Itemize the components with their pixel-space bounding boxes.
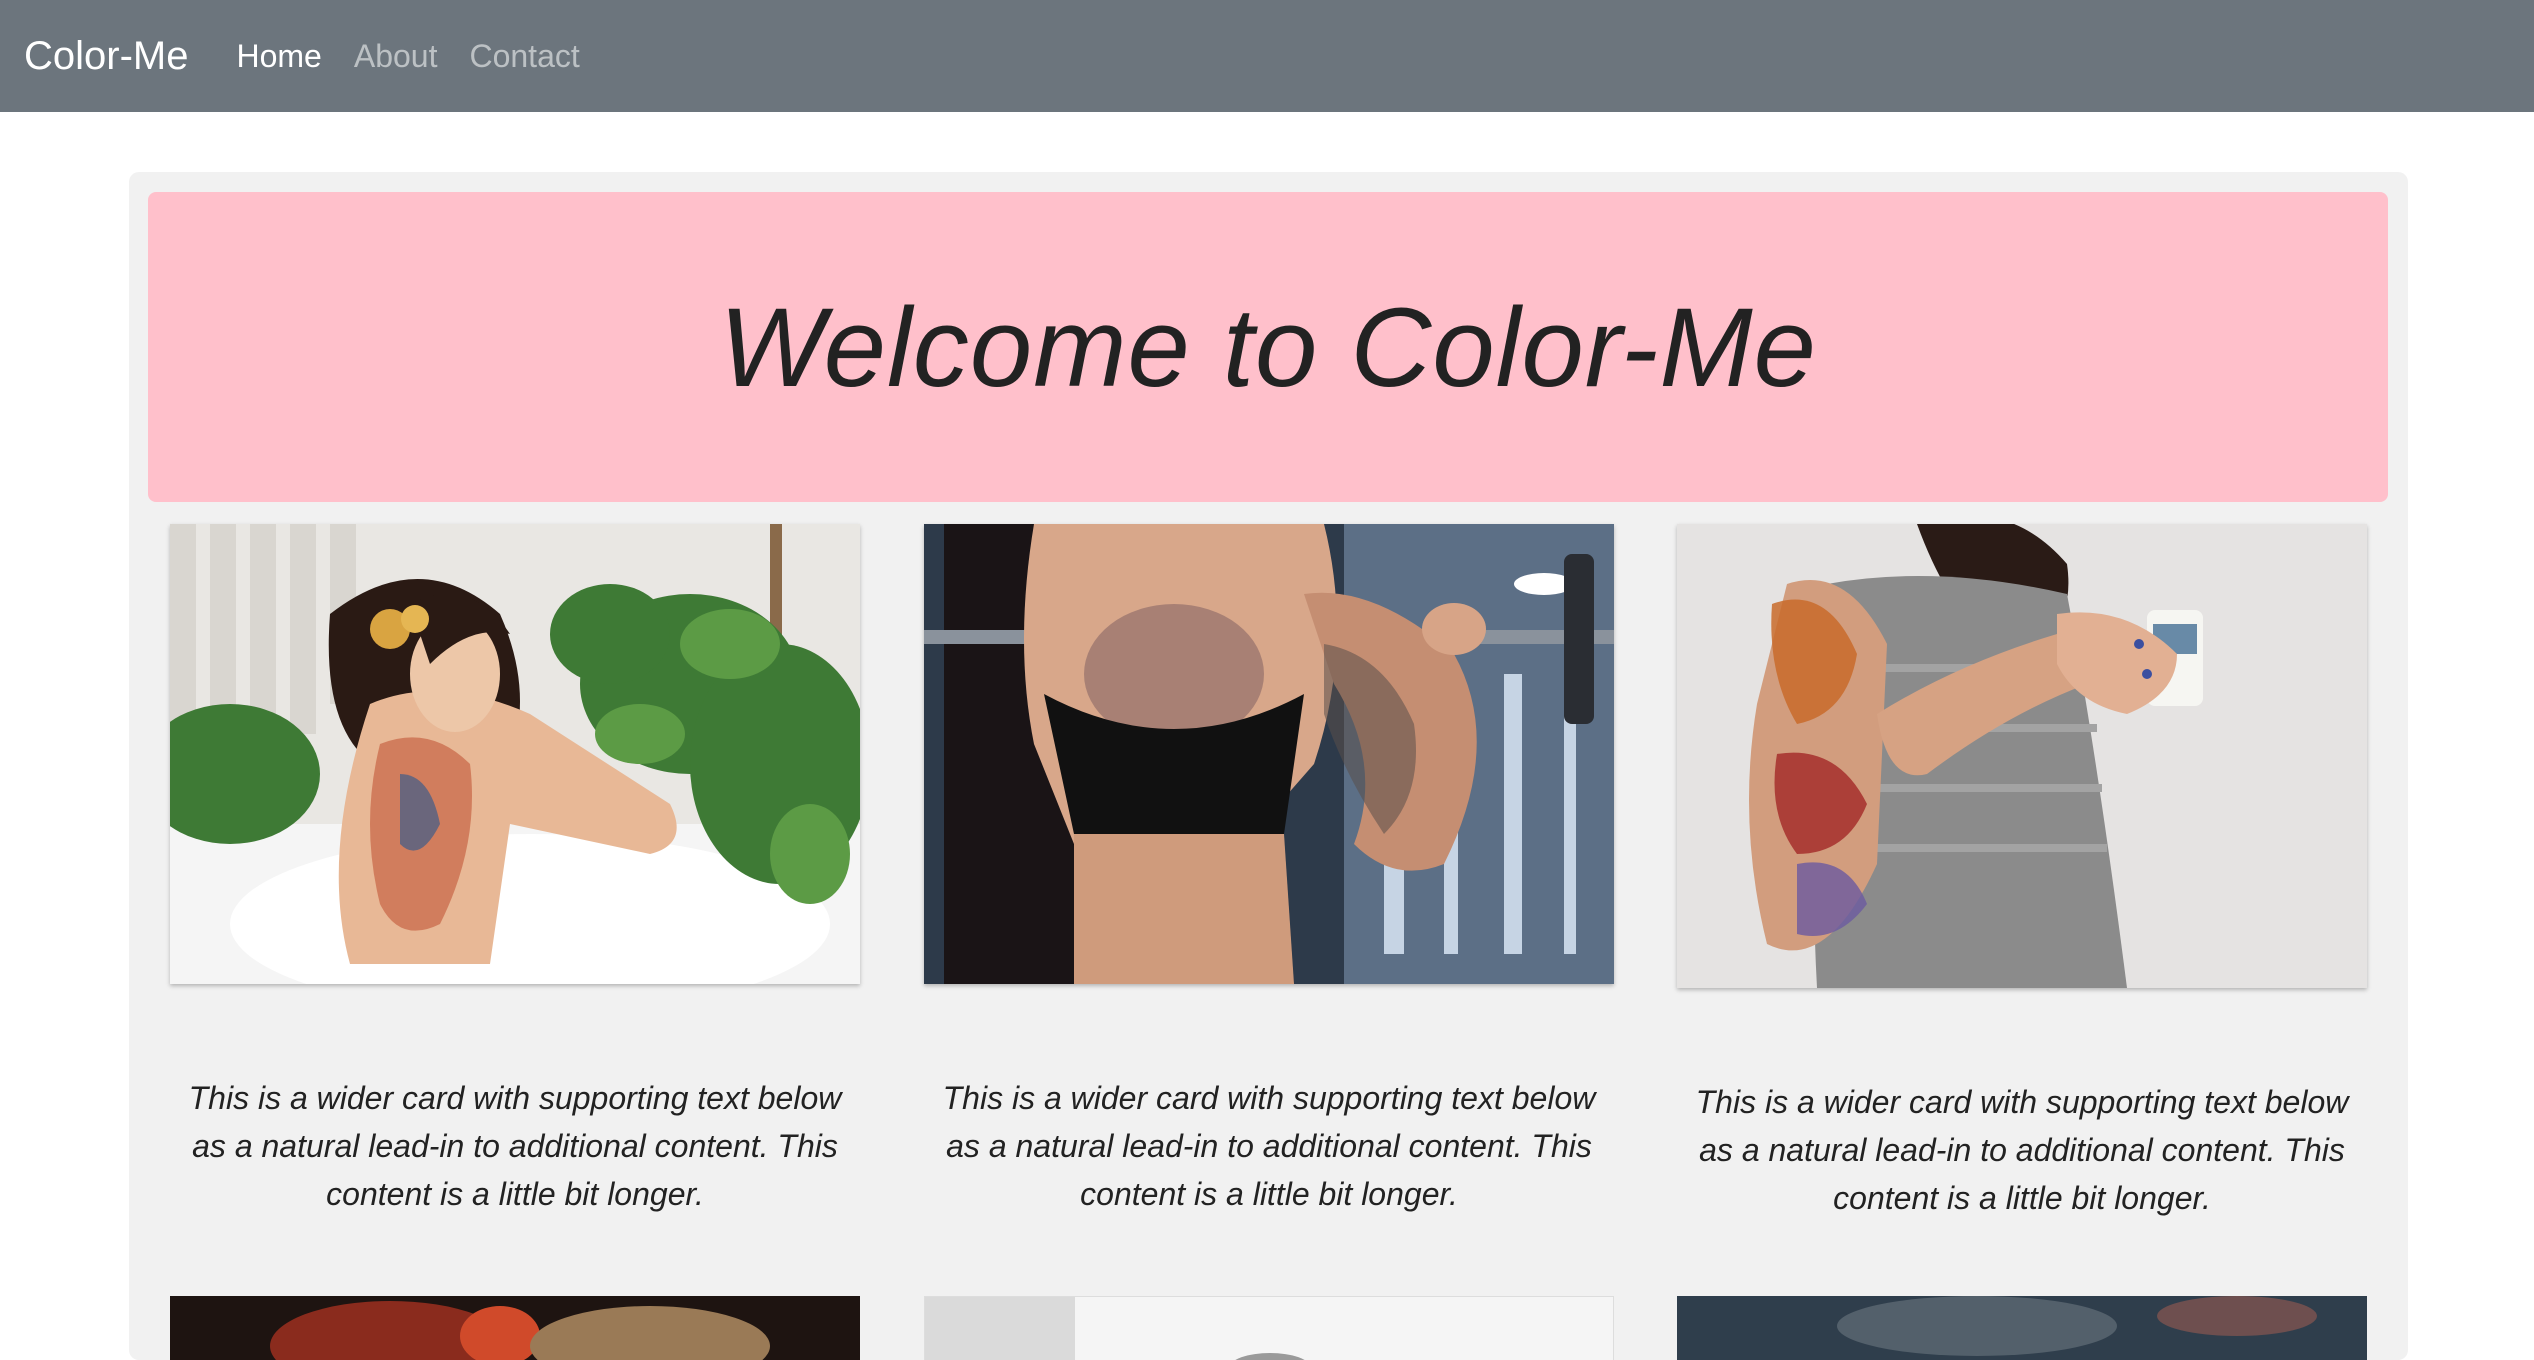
card-1-image: [170, 524, 860, 984]
card-2-text: This is a wider card with supporting tex…: [942, 1080, 1596, 1212]
nav-link-home[interactable]: Home: [236, 38, 321, 75]
card-5-image: [924, 1296, 1614, 1360]
card-2-image: [924, 524, 1614, 984]
hero-banner: Welcome to Color-Me: [148, 192, 2388, 502]
navbar: Color-Me Home About Contact: [0, 0, 2534, 112]
nav-links: Home About Contact: [236, 38, 611, 75]
nav-link-contact[interactable]: Contact: [469, 38, 579, 75]
card-4-image: [170, 1296, 860, 1360]
nav-link-about[interactable]: About: [354, 38, 438, 75]
card-1-text: This is a wider card with supporting tex…: [188, 1080, 842, 1212]
card-3-image: [1677, 524, 2367, 988]
main-container: Welcome to Color-Me This is a wider card…: [129, 172, 2408, 1360]
hero-title: Welcome to Color-Me: [719, 284, 1817, 410]
brand-link[interactable]: Color-Me: [24, 34, 188, 79]
card-6-image: [1677, 1296, 2367, 1360]
card-3-text: This is a wider card with supporting tex…: [1695, 1084, 2349, 1216]
